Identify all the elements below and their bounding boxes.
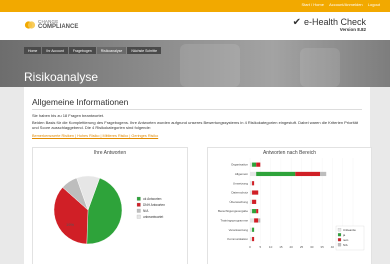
bar-segment xyxy=(256,162,261,167)
legend-label: ok Antworten xyxy=(143,197,162,201)
x-tick-label: 30 xyxy=(310,245,314,249)
bar-panel: Antworten nach Bereich 05101520253035404… xyxy=(207,147,372,264)
risk-category-links[interactable]: Bemerkenswerte Risiken | Hohes Risiko | … xyxy=(32,134,158,138)
pie-slice-label: 19% xyxy=(66,222,74,227)
bar-segment xyxy=(252,181,255,186)
x-tick-label: 40 xyxy=(331,245,335,249)
divider xyxy=(32,109,362,110)
bar-segment xyxy=(250,162,253,167)
bar-segment xyxy=(252,236,255,242)
legend-swatch xyxy=(337,233,342,237)
bar-segment xyxy=(295,171,321,177)
category-label: Überwachung xyxy=(229,200,248,204)
brand: ✔ e-Health Check Version 8.82 xyxy=(293,17,366,32)
bar-segment xyxy=(250,218,255,223)
bar-segment xyxy=(250,209,253,214)
page-title: Risikoanalyse xyxy=(24,70,99,84)
category-label: Allgemein xyxy=(235,172,249,176)
x-tick-label: 0 xyxy=(249,245,251,249)
x-tick-label: 5 xyxy=(259,245,261,249)
legend-swatch xyxy=(136,208,141,213)
legend-label: Unbeantw. xyxy=(343,228,357,232)
top-links: Start / Home Account/Anmelden Logout xyxy=(297,2,380,7)
category-label: Berechtigungsvergabe xyxy=(218,209,248,213)
x-tick-label: 20 xyxy=(290,245,294,249)
bar-segment xyxy=(254,218,259,223)
breadcrumb-risikoanalyse[interactable]: Risikoanalyse xyxy=(96,47,127,54)
category-label: Organisation xyxy=(231,163,248,167)
x-tick-label: 35 xyxy=(320,245,324,249)
hero-ghost xyxy=(180,44,240,87)
logo[interactable]: CHANGE COMPLIANCE xyxy=(24,18,78,32)
x-tick-label: 15 xyxy=(279,245,283,249)
breadcrumb-naechste-schritte[interactable]: Nächste Schritte xyxy=(127,47,162,54)
bar-segment xyxy=(250,190,253,195)
bar-segment xyxy=(252,199,257,204)
legend-label: unbeantwortet xyxy=(143,215,163,219)
legend-swatch xyxy=(337,243,342,247)
answered-text: Sie haben bis zu 18 Fragen beantwortet. xyxy=(32,113,105,118)
bar-segment xyxy=(252,209,257,214)
legend-label: N/A xyxy=(343,243,348,247)
x-tick-label: 25 xyxy=(300,245,304,249)
brand-title: e-Health Check xyxy=(303,17,366,27)
bar-segment xyxy=(250,227,253,232)
top-bar: Start / Home Account/Anmelden Logout xyxy=(0,0,390,12)
bar-segment xyxy=(250,236,253,242)
page: Start / Home Account/Anmelden Logout CHA… xyxy=(0,0,390,264)
legend-label: DNH Antworten xyxy=(143,203,165,207)
breadcrumb: Home Ihr Account Fragebogen Risikoanalys… xyxy=(24,47,162,54)
logo-icon xyxy=(24,21,36,29)
bar-segment xyxy=(256,171,296,177)
x-tick-label: 10 xyxy=(269,245,273,249)
breadcrumb-account[interactable]: Ihr Account xyxy=(42,47,68,54)
category-label: Umsetzung xyxy=(233,181,249,185)
hero-ghost xyxy=(300,48,340,87)
pie-chart: 19% ok Antworten DNH Antworten N/A unbeantwo… xyxy=(53,175,165,245)
bar-segment xyxy=(252,162,257,167)
bar-segment xyxy=(258,218,261,223)
bar-segment xyxy=(252,227,255,232)
bar-segment xyxy=(256,209,259,214)
category-label: Verantwortung xyxy=(229,228,249,232)
legend-label: nein xyxy=(343,238,349,242)
logo-line2: COMPLIANCE xyxy=(38,24,79,30)
legend-label: ja xyxy=(342,233,346,237)
category-label: Datenschutz xyxy=(231,191,248,195)
description-text: Beiden Basis für die Komplettierung des … xyxy=(32,120,358,130)
breadcrumb-home[interactable]: Home xyxy=(24,47,42,54)
category-label: Kommunikation xyxy=(227,237,248,241)
checkmark-icon: ✔ xyxy=(292,17,301,28)
main-content: Allgemeine Informationen Sie haben bis z… xyxy=(24,87,372,264)
category-label: Trainingsprogramme xyxy=(220,218,248,222)
bar-segment xyxy=(250,199,253,204)
legend-swatch xyxy=(136,214,141,219)
bar-segment xyxy=(252,190,259,195)
breadcrumb-fragebogen[interactable]: Fragebogen xyxy=(68,47,96,54)
pie-panel: Ihre Antworten 19% ok Antworten DNH Antwor… xyxy=(32,147,188,264)
logout-link[interactable]: Logout xyxy=(368,2,380,7)
bar-segment xyxy=(320,171,327,177)
legend-swatch xyxy=(136,196,141,201)
section-heading: Allgemeine Informationen xyxy=(32,97,129,107)
legend-swatch xyxy=(136,202,141,207)
legend-swatch xyxy=(337,228,342,232)
bar-segment xyxy=(250,171,257,177)
legend-swatch xyxy=(337,238,342,242)
bar-segment xyxy=(250,181,253,186)
bar-chart: 05101520253035404550OrganisationAllgemei… xyxy=(218,158,365,251)
home-link[interactable]: Start / Home xyxy=(301,2,323,7)
legend-label: N/A xyxy=(143,209,149,213)
account-link[interactable]: Account/Anmelden xyxy=(329,2,363,7)
